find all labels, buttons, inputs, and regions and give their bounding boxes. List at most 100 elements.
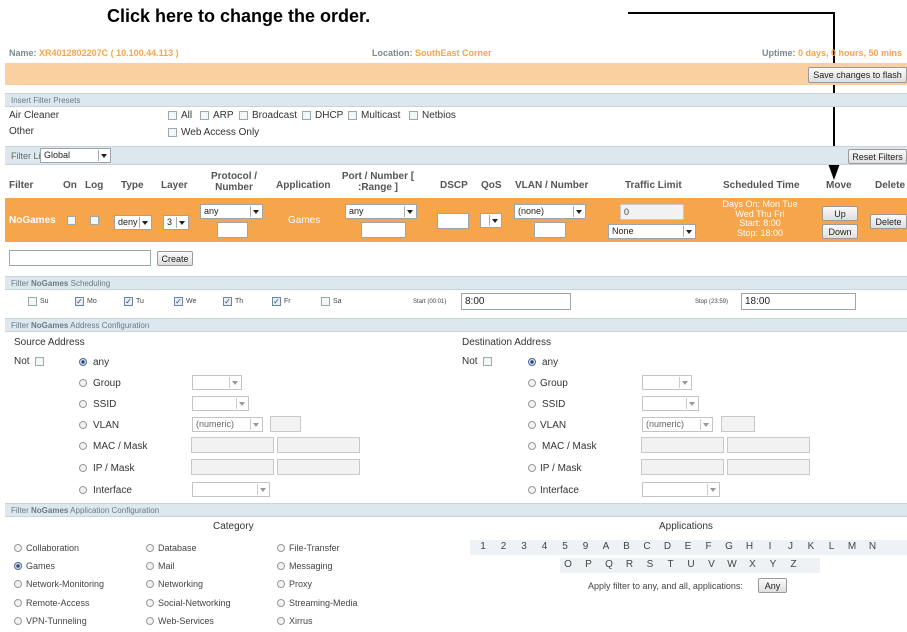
- app-index-2[interactable]: 2: [497, 541, 511, 552]
- category-networking-radio[interactable]: [146, 580, 154, 588]
- destination-not-checkbox[interactable]: [483, 357, 492, 366]
- category-games-radio[interactable]: [14, 562, 22, 570]
- category-social-networking-radio[interactable]: [146, 599, 154, 607]
- destination-vlan-radio[interactable]: [528, 421, 536, 429]
- app-index-j[interactable]: J: [784, 541, 798, 552]
- category-network-monitoring-radio[interactable]: [14, 580, 22, 588]
- category-messaging-radio[interactable]: [277, 562, 285, 570]
- category-xirrus-radio[interactable]: [277, 617, 285, 625]
- destination-group-radio[interactable]: [528, 379, 536, 387]
- source-ip-input[interactable]: [191, 459, 274, 475]
- category-database-radio[interactable]: [146, 544, 154, 552]
- protocol-number-input[interactable]: [217, 222, 248, 238]
- app-index-f[interactable]: F: [702, 541, 716, 552]
- app-index-5[interactable]: 5: [558, 541, 572, 552]
- app-index-p[interactable]: P: [582, 559, 596, 570]
- destination-interface-radio[interactable]: [528, 486, 536, 494]
- filter-log-checkbox[interactable]: [90, 216, 99, 225]
- qos-select[interactable]: [480, 213, 502, 228]
- source-group-radio[interactable]: [79, 379, 87, 387]
- destination-ssid-select[interactable]: [642, 396, 699, 411]
- stop-time-input[interactable]: 18:00: [741, 293, 856, 310]
- destination-mac-mask-input[interactable]: [727, 437, 810, 453]
- app-index-t[interactable]: T: [664, 559, 678, 570]
- filter-on-checkbox[interactable]: [67, 216, 76, 225]
- app-index-4[interactable]: 4: [538, 541, 552, 552]
- source-vlan-select[interactable]: (numeric): [192, 417, 263, 432]
- category-proxy-radio[interactable]: [277, 580, 285, 588]
- new-filter-name-input[interactable]: [9, 250, 151, 266]
- source-group-select[interactable]: [192, 375, 242, 390]
- app-index-u[interactable]: U: [684, 559, 698, 570]
- preset-multicast-checkbox[interactable]: [348, 111, 357, 120]
- category-mail-radio[interactable]: [146, 562, 154, 570]
- app-index-h[interactable]: H: [743, 541, 757, 552]
- category-web-services-radio[interactable]: [146, 617, 154, 625]
- app-index-e[interactable]: E: [681, 541, 695, 552]
- day-we-checkbox[interactable]: ✓: [174, 297, 183, 306]
- source-any-radio[interactable]: [79, 358, 87, 366]
- source-mac-radio[interactable]: [79, 442, 87, 450]
- destination-mac-radio[interactable]: [528, 442, 536, 450]
- app-index-1[interactable]: 1: [476, 541, 490, 552]
- destination-ssid-radio[interactable]: [528, 400, 536, 408]
- preset-broadcast-checkbox[interactable]: [239, 111, 248, 120]
- filter-type-select[interactable]: deny: [114, 215, 152, 230]
- app-index-m[interactable]: M: [845, 541, 859, 552]
- apply-any-button[interactable]: Any: [758, 578, 787, 593]
- day-sa-checkbox[interactable]: [321, 297, 330, 306]
- app-index-l[interactable]: L: [825, 541, 839, 552]
- app-index-b[interactable]: B: [620, 541, 634, 552]
- category-remote-access-radio[interactable]: [14, 599, 22, 607]
- category-streaming-media-radio[interactable]: [277, 599, 285, 607]
- port-select[interactable]: any: [345, 204, 417, 219]
- source-ip-radio[interactable]: [79, 464, 87, 472]
- app-index-3[interactable]: 3: [517, 541, 531, 552]
- app-index-c[interactable]: C: [640, 541, 654, 552]
- move-up-button[interactable]: Up: [822, 206, 858, 221]
- create-button[interactable]: Create: [157, 251, 193, 266]
- app-index-9[interactable]: 9: [579, 541, 593, 552]
- start-time-input[interactable]: 8:00: [461, 293, 571, 310]
- source-vlan-radio[interactable]: [79, 421, 87, 429]
- source-interface-radio[interactable]: [79, 486, 87, 494]
- source-not-checkbox[interactable]: [35, 357, 44, 366]
- vlan-select[interactable]: (none): [514, 204, 586, 219]
- delete-filter-button[interactable]: Delete: [870, 214, 907, 229]
- destination-interface-select[interactable]: [642, 482, 720, 497]
- app-index-z[interactable]: Z: [787, 559, 801, 570]
- reset-filters-button[interactable]: Reset Filters: [848, 149, 907, 164]
- filter-list-select[interactable]: Global: [40, 148, 111, 163]
- destination-mac-input[interactable]: [641, 437, 724, 453]
- app-index-o[interactable]: O: [561, 559, 575, 570]
- category-file-transfer-radio[interactable]: [277, 544, 285, 552]
- destination-vlan-input[interactable]: [721, 416, 755, 432]
- app-index-n[interactable]: N: [866, 541, 880, 552]
- app-index-q[interactable]: Q: [602, 559, 616, 570]
- app-index-y[interactable]: Y: [766, 559, 780, 570]
- destination-vlan-select[interactable]: (numeric): [642, 417, 713, 432]
- destination-ip-mask-input[interactable]: [727, 459, 810, 475]
- source-mac-input[interactable]: [191, 437, 274, 453]
- day-tu-checkbox[interactable]: ✓: [124, 297, 133, 306]
- preset-arp-checkbox[interactable]: [200, 111, 209, 120]
- preset-dhcp-checkbox[interactable]: [302, 111, 311, 120]
- destination-ip-input[interactable]: [641, 459, 724, 475]
- destination-group-select[interactable]: [642, 375, 692, 390]
- day-fr-checkbox[interactable]: ✓: [272, 297, 281, 306]
- traffic-limit-input[interactable]: 0: [620, 204, 684, 220]
- app-index-r[interactable]: R: [623, 559, 637, 570]
- move-down-button[interactable]: Down: [822, 224, 858, 239]
- category-vpn-tunneling-radio[interactable]: [14, 617, 22, 625]
- category-collaboration-radio[interactable]: [14, 544, 22, 552]
- day-su-checkbox[interactable]: [28, 297, 37, 306]
- app-index-w[interactable]: W: [725, 559, 739, 570]
- app-index-x[interactable]: X: [746, 559, 760, 570]
- protocol-select[interactable]: any: [200, 204, 263, 219]
- day-mo-checkbox[interactable]: ✓: [75, 297, 84, 306]
- port-number-input[interactable]: [361, 222, 406, 238]
- app-index-d[interactable]: D: [661, 541, 675, 552]
- day-th-checkbox[interactable]: ✓: [223, 297, 232, 306]
- source-ssid-select[interactable]: [192, 396, 249, 411]
- save-to-flash-button[interactable]: Save changes to flash: [808, 67, 907, 83]
